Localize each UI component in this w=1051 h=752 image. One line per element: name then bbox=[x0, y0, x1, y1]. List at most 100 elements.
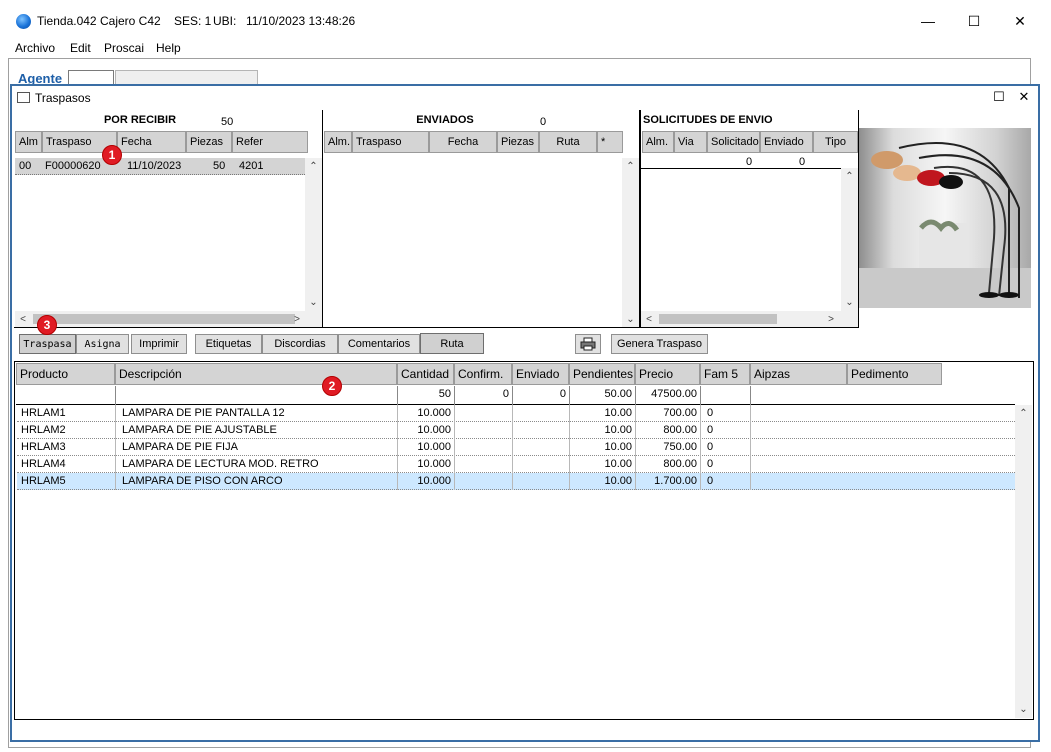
col-pedimento[interactable]: Pedimento bbox=[847, 363, 942, 385]
col-ruta[interactable]: Ruta bbox=[539, 131, 597, 153]
imprimir-button[interactable]: Imprimir bbox=[131, 334, 187, 354]
scroll-down-icon[interactable]: ⌄ bbox=[1015, 701, 1032, 718]
col-precio[interactable]: Precio bbox=[635, 363, 700, 385]
cell-cantidad: 10.000 bbox=[417, 407, 451, 419]
solicitudes-hscrollbar[interactable]: < > bbox=[641, 311, 858, 327]
col-solicitado[interactable]: Solicitado bbox=[707, 131, 760, 153]
cell-sep bbox=[115, 473, 116, 490]
etiquetas-button[interactable]: Etiquetas bbox=[195, 334, 262, 354]
asigna-button[interactable]: Asigna bbox=[76, 334, 129, 354]
child-maximize-button[interactable]: ☐ bbox=[987, 88, 1011, 106]
col-fam5[interactable]: Fam 5 bbox=[700, 363, 750, 385]
ruta-button[interactable]: Ruta bbox=[420, 333, 484, 354]
col-fecha[interactable]: Fecha bbox=[429, 131, 497, 153]
menu-archivo[interactable]: Archivo bbox=[15, 41, 55, 55]
scroll-down-icon[interactable]: ⌄ bbox=[305, 294, 322, 311]
cell-sep bbox=[700, 439, 701, 456]
scroll-up-icon[interactable]: ⌃ bbox=[1015, 405, 1032, 422]
cell-sep bbox=[750, 422, 751, 439]
col-cantidad[interactable]: Cantidad bbox=[397, 363, 454, 385]
table-row[interactable]: HRLAM3 LAMPARA DE PIE FIJA 10.000 10.00 … bbox=[17, 439, 1015, 456]
table-row[interactable]: 00 F00000620 11/10/2023 50 4201 bbox=[15, 158, 305, 175]
marker-badge-1: 1 bbox=[102, 145, 122, 165]
enviados-vscrollbar[interactable]: ⌃ ⌄ bbox=[622, 158, 639, 328]
scroll-up-icon[interactable]: ⌃ bbox=[622, 158, 639, 175]
maximize-button[interactable]: ☐ bbox=[951, 6, 997, 36]
traspasos-title-bar[interactable]: Traspasos ☐ ✕ bbox=[12, 86, 1038, 108]
cell-sep bbox=[569, 473, 570, 490]
menu-proscai[interactable]: Proscai bbox=[104, 41, 144, 55]
col-piezas[interactable]: Piezas bbox=[497, 131, 539, 153]
row-alm: 00 bbox=[19, 160, 32, 172]
col-refer[interactable]: Refer bbox=[232, 131, 308, 153]
cell-cantidad: 10.000 bbox=[417, 424, 451, 436]
scroll-thumb[interactable] bbox=[33, 314, 295, 324]
cell-sep bbox=[397, 439, 398, 456]
total-pendientes: 50.00 bbox=[604, 388, 632, 400]
session-label: SES: 1 bbox=[174, 14, 212, 28]
menu-edit[interactable]: Edit bbox=[70, 41, 91, 55]
print-button[interactable] bbox=[575, 334, 601, 354]
minimize-button[interactable]: — bbox=[905, 6, 951, 36]
cell-sep bbox=[700, 405, 701, 422]
cell-sep bbox=[750, 439, 751, 456]
solicitudes-title: SOLICITUDES DE ENVIO bbox=[643, 114, 773, 126]
scroll-thumb[interactable] bbox=[659, 314, 777, 324]
col-traspaso[interactable]: Traspaso bbox=[352, 131, 429, 153]
col-fecha[interactable]: Fecha bbox=[117, 131, 186, 153]
scroll-right-icon[interactable]: > bbox=[289, 311, 305, 327]
panel-divider bbox=[322, 110, 323, 328]
genera-traspaso-button[interactable]: Genera Traspaso bbox=[611, 334, 708, 354]
menu-help[interactable]: Help bbox=[156, 41, 181, 55]
col-enviado[interactable]: Enviado bbox=[760, 131, 813, 153]
cell-sep bbox=[569, 422, 570, 439]
close-button[interactable]: ✕ bbox=[997, 6, 1043, 36]
globe-icon bbox=[16, 14, 31, 29]
col-asterisk[interactable]: * bbox=[597, 131, 623, 153]
cell-sep bbox=[454, 422, 455, 439]
comentarios-button[interactable]: Comentarios bbox=[338, 334, 420, 354]
table-row[interactable]: HRLAM2 LAMPARA DE PIE AJUSTABLE 10.000 1… bbox=[17, 422, 1015, 439]
table-row[interactable]: HRLAM1 LAMPARA DE PIE PANTALLA 12 10.000… bbox=[17, 405, 1015, 422]
cell-sep bbox=[635, 473, 636, 490]
cell-precio: 700.00 bbox=[663, 407, 697, 419]
scroll-left-icon[interactable]: < bbox=[641, 311, 657, 327]
discordias-button[interactable]: Discordias bbox=[262, 334, 338, 354]
table-row[interactable]: HRLAM4 LAMPARA DE LECTURA MOD. RETRO 10.… bbox=[17, 456, 1015, 473]
enviados-title: ENVIADOS bbox=[416, 114, 474, 126]
table-row-selected[interactable]: HRLAM5 LAMPARA DE PISO CON ARCO 10.000 1… bbox=[17, 473, 1015, 490]
col-descripcion[interactable]: Descripción bbox=[115, 363, 397, 385]
cell-sep bbox=[454, 473, 455, 490]
col-pendientes[interactable]: Pendientes bbox=[569, 363, 635, 385]
scroll-right-icon[interactable]: > bbox=[823, 311, 839, 327]
col-alm[interactable]: Alm. bbox=[324, 131, 352, 153]
scroll-up-icon[interactable]: ⌃ bbox=[841, 168, 858, 185]
cell-sep bbox=[397, 405, 398, 422]
scroll-down-icon[interactable]: ⌄ bbox=[622, 311, 639, 328]
child-close-button[interactable]: ✕ bbox=[1012, 88, 1036, 106]
por-recibir-hscrollbar[interactable]: < > bbox=[15, 311, 322, 327]
scroll-up-icon[interactable]: ⌃ bbox=[305, 158, 322, 175]
col-tipo[interactable]: Tipo bbox=[813, 131, 858, 153]
cell-cantidad: 10.000 bbox=[417, 441, 451, 453]
cell-pendientes: 10.00 bbox=[604, 407, 632, 419]
scroll-down-icon[interactable]: ⌄ bbox=[841, 294, 858, 311]
col-confirm[interactable]: Confirm. bbox=[454, 363, 512, 385]
col-alm[interactable]: Alm. bbox=[642, 131, 674, 153]
grid-vscrollbar[interactable]: ⌃ ⌄ bbox=[1015, 405, 1032, 718]
col-aipzas[interactable]: Aipzas bbox=[750, 363, 847, 385]
cell-sep bbox=[454, 456, 455, 473]
traspasa-button[interactable]: Traspasa bbox=[19, 334, 76, 354]
cell-sep bbox=[512, 405, 513, 422]
solicitudes-vscrollbar[interactable]: ⌃ ⌄ bbox=[841, 168, 858, 311]
col-producto[interactable]: Producto bbox=[16, 363, 115, 385]
col-via[interactable]: Via bbox=[674, 131, 707, 153]
col-alm[interactable]: Alm bbox=[15, 131, 42, 153]
por-recibir-vscrollbar[interactable]: ⌃ ⌄ bbox=[305, 158, 322, 311]
cashier-name: Cajero C42 bbox=[100, 14, 161, 28]
col-enviado[interactable]: Enviado bbox=[512, 363, 569, 385]
col-piezas[interactable]: Piezas bbox=[186, 131, 232, 153]
cell-fam5: 0 bbox=[707, 458, 714, 470]
cell-producto: HRLAM4 bbox=[21, 458, 66, 470]
scroll-left-icon[interactable]: < bbox=[15, 311, 31, 327]
